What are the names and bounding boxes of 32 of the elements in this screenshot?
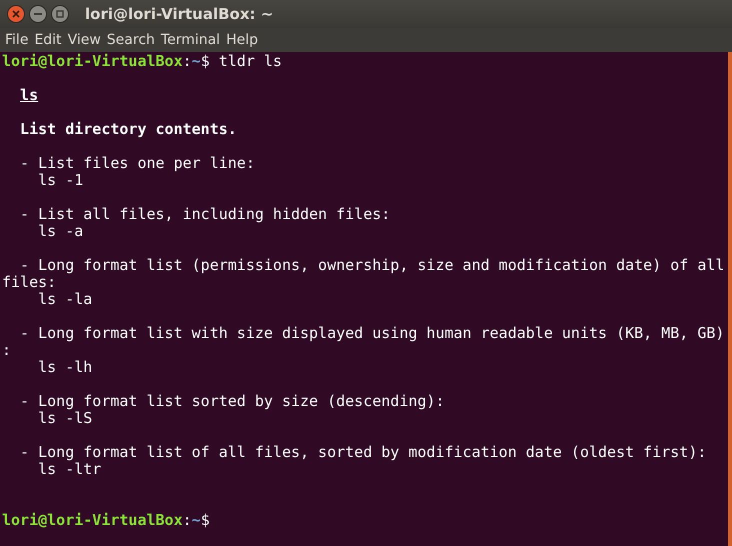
minimize-button[interactable] [29,5,47,23]
scrollbar[interactable] [728,52,732,546]
maximize-icon [56,10,64,18]
example-description: - Long format list (permissions, ownership, size and modification date) of all [20,257,724,274]
example-command: ls -la [38,291,92,308]
example-description: - Long format list with size displayed using human readable units (KB, MB, GB) [20,325,724,342]
menu-item[interactable]: View [64,32,104,48]
menu-item[interactable]: Terminal [158,32,224,48]
maximize-button[interactable] [51,5,69,23]
example-command: ls -lh [38,359,92,376]
command-line: lori@lori-VirtualBox:~$ tldr ls [2,53,282,70]
example-description: files: [2,274,56,291]
menu-item[interactable]: Help [223,32,261,48]
menu-item[interactable]: Search [104,32,158,48]
close-button[interactable] [7,5,25,23]
example-description: : [2,342,12,359]
example-description: - List all files, including hidden files: [20,206,390,223]
menu-item[interactable]: Edit [31,32,65,48]
example-description: - Long format list sorted by size (descending): [20,393,444,410]
shell-prompt: lori@lori-VirtualBox:~$ [2,512,210,529]
example-command: ls -lS [38,410,92,427]
page-summary: List directory contents. [20,121,237,138]
example-description: - Long format list of all files, sorted by modification date (oldest first): [20,444,706,461]
example-command: ls -a [38,223,84,240]
window-title: lori@lori-VirtualBox: ~ [85,5,274,23]
close-icon [12,10,20,18]
minimize-icon [34,13,42,15]
page-heading: ls [20,87,38,104]
example-command: ls -ltr [38,461,102,478]
example-description: - List files one per line: [20,155,255,172]
example-command: ls -1 [38,172,84,189]
menu-item[interactable]: File [2,32,32,48]
